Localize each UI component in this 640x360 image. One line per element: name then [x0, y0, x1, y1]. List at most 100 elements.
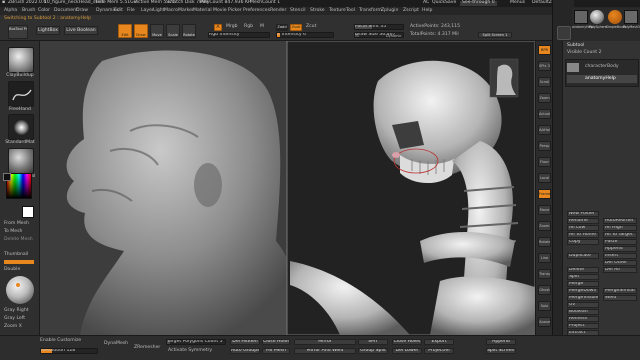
tool-thumb-3[interactable] [608, 10, 622, 24]
stroke-freehand-icon[interactable] [8, 81, 34, 107]
subtool-weld-button[interactable]: Weld [603, 295, 637, 301]
menu-item-stroke[interactable]: Stroke [310, 8, 325, 14]
secondary-color-swatch[interactable] [3, 173, 11, 181]
right-shelf-bpr-button[interactable]: BPR [538, 45, 551, 55]
project-all-button[interactable]: ProjectAll [424, 348, 454, 354]
subtool-auto-reorder-button[interactable]: AutoReorder [603, 218, 637, 224]
split-screen-slider[interactable]: Split Screen 1 [478, 32, 512, 38]
right-shelf-solo-button[interactable]: Solo [538, 301, 551, 311]
right-shelf-line-fill-button[interactable]: Line Fill [538, 253, 551, 263]
main-color-swatch[interactable] [22, 206, 34, 218]
menu-item-light[interactable]: Light [153, 8, 164, 14]
right-shelf-zoom-button[interactable]: Zoom [538, 93, 551, 103]
subtool-split-button[interactable]: Split [567, 274, 599, 280]
subtool-merge-similar-button[interactable]: MergeSimilar [603, 288, 637, 294]
right-shelf-persp-button[interactable]: Persp [538, 141, 551, 151]
subtool-append-button[interactable]: Append [603, 246, 637, 252]
from-mesh-button[interactable]: From Mesh [4, 221, 29, 227]
move-button[interactable]: Move [150, 24, 164, 38]
right-shelf-local-button[interactable]: Local [538, 173, 551, 183]
bottom-split-screen-slider[interactable]: Split Screen 1 [486, 348, 516, 354]
menu-item-texture[interactable]: Texture [329, 8, 346, 14]
gray-left-button[interactable]: Gray Left [4, 316, 25, 322]
menu-item-stencil[interactable]: Stencil [290, 8, 306, 14]
menu-item-picker[interactable]: Picker [228, 8, 242, 14]
dynamic-toggle[interactable]: Dynamic [386, 34, 401, 39]
canvas-viewport[interactable] [40, 41, 535, 335]
auto-groups-button[interactable]: Auto Groups [230, 348, 260, 354]
menu-item-preferences[interactable]: Preferences [243, 8, 270, 14]
delete-mesh-button[interactable]: Delete Mesh [4, 237, 33, 243]
rgb-toggle[interactable]: Rgb [244, 24, 253, 30]
tool-thumb-4[interactable] [624, 10, 638, 24]
subtool-uv-button[interactable]: Uv [567, 302, 599, 308]
menu-item-zplugin[interactable]: Zplugin [381, 8, 398, 14]
subtool-delete-button[interactable]: Delete [567, 267, 599, 273]
zsub-toggle[interactable]: Zsub [290, 24, 302, 31]
menu-item-transform[interactable]: Transform [359, 8, 382, 14]
subtool-insert-button[interactable]: Insert [603, 253, 637, 259]
live-boolean-button[interactable]: Live Boolean [64, 26, 98, 35]
del-lower-button[interactable]: Del Lower [392, 348, 422, 354]
tool-thumb-2[interactable] [590, 10, 604, 24]
close-holes-button[interactable]: Close Holes [262, 339, 290, 345]
target-polygons-slider[interactable]: Target Polygons Count 5 [166, 339, 226, 345]
scale-button[interactable]: Scale [166, 24, 180, 38]
subtool-del-other-button[interactable]: Del Other [603, 260, 637, 266]
see-through-slider[interactable]: See-through 0 [460, 0, 497, 6]
menu-item-file[interactable]: File [127, 8, 135, 14]
double-toggle[interactable]: Double [4, 267, 20, 273]
right-shelf-spix-3-button[interactable]: SPix 3 [538, 61, 551, 71]
subtool-rename-button[interactable]: Rename [567, 218, 599, 224]
menu-item-alpha[interactable]: Alpha [4, 8, 17, 14]
clay-buildup-brush-icon[interactable] [8, 47, 34, 73]
subtool-duplicate-button[interactable]: Duplicate [567, 253, 599, 259]
right-shelf-move-button[interactable]: Move [538, 205, 551, 215]
menu-item-tool[interactable]: Tool [346, 8, 355, 14]
append-button[interactable]: Append [486, 339, 516, 345]
active-tool-thumb-icon[interactable] [557, 26, 571, 40]
gray-right-button[interactable]: Gray Right [4, 308, 29, 314]
right-shelf-xpose-button[interactable]: Xpose [538, 317, 551, 327]
zadd-toggle[interactable]: Zadd [276, 24, 288, 31]
subtool-all-to-home-button[interactable]: All To Home [567, 232, 599, 238]
subtool-item-anatomyhelp[interactable]: anatomyHelp [585, 76, 616, 82]
material-sphere-icon[interactable] [8, 148, 34, 174]
mirror-button[interactable]: Mirror [294, 339, 356, 345]
subtool-copy-button[interactable]: Copy [567, 239, 599, 245]
boxtool-preview-button[interactable]: BoxTool Preview [8, 25, 28, 39]
subtool-project-button[interactable]: Project [567, 323, 599, 329]
zoom-x-button[interactable]: Zoom X [4, 324, 22, 330]
subtool-all-high-button[interactable]: All High [603, 225, 637, 231]
subtool-all-to-target-button[interactable]: All To Target [603, 232, 637, 238]
edit-button[interactable]: Edit [118, 24, 132, 38]
menu-item-render[interactable]: Render [270, 8, 286, 14]
subtool-del-all-button[interactable]: Del All [603, 267, 637, 273]
lightbox-button[interactable]: LightBox [36, 26, 60, 35]
subtool-paste-button[interactable]: Paste [603, 239, 637, 245]
alpha-icon[interactable] [8, 114, 34, 140]
subtool-remesh-button[interactable]: Remesh [567, 316, 599, 322]
subtool-item-characterbody[interactable]: characterBody [585, 64, 619, 70]
right-shelf-aahalf-button[interactable]: AAHalf [538, 125, 551, 135]
menu-item-help[interactable]: Help [422, 8, 432, 14]
a-button[interactable]: A [214, 24, 222, 31]
draw-button[interactable]: Draw [134, 24, 148, 38]
to-mesh-button[interactable]: To Mesh [4, 229, 22, 235]
resolution-slider[interactable]: Resolution 128 [40, 348, 98, 354]
z-intensity-slider[interactable]: Z Intensity 6 [276, 32, 334, 38]
menu-item-color[interactable]: Color [38, 8, 50, 14]
zremesher-button[interactable]: ZRemesher [134, 345, 160, 351]
mrgb-toggle[interactable]: Mrgb [226, 24, 238, 30]
subtool-merge-button[interactable]: Merge [567, 281, 599, 287]
subtool-merge-down-button[interactable]: MergeDown [567, 288, 599, 294]
right-shelf-transp-button[interactable]: Transp [538, 269, 551, 279]
ac-button[interactable]: AC [423, 0, 429, 6]
group-split-button[interactable]: Group Split [358, 348, 388, 354]
rotate-button[interactable]: Rotate [182, 24, 196, 38]
menu-item-macro[interactable]: Macro [164, 8, 178, 14]
menu-item-movie[interactable]: Movie [213, 8, 227, 14]
menu-item-document[interactable]: Document [54, 8, 78, 14]
menu-item-brush[interactable]: Brush [22, 8, 35, 14]
menu-item-layer[interactable]: Layer [141, 8, 154, 14]
